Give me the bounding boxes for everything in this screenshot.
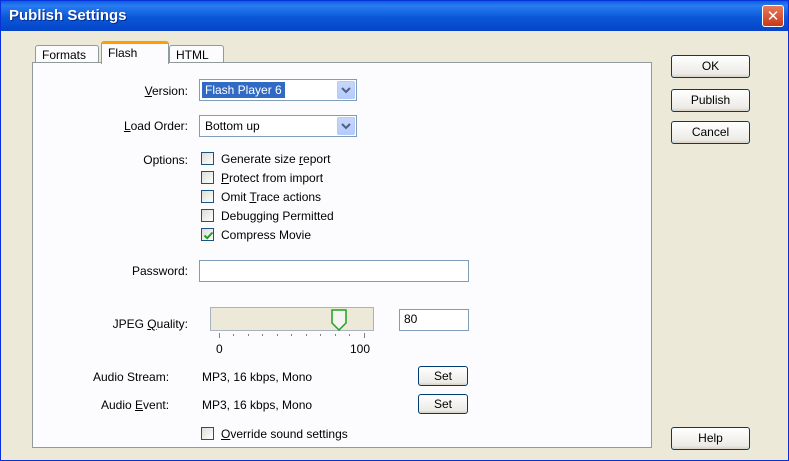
- flash-tab-panel: Version: Flash Player 6 Load Order: Bott…: [32, 62, 652, 448]
- audio-stream-value: MP3, 16 kbps, Mono: [202, 370, 313, 384]
- version-label: Version:: [144, 84, 188, 98]
- jpeg-quality-label: JPEG Quality:: [112, 317, 188, 331]
- load-order-value: Bottom up: [205, 119, 260, 133]
- audio-event-value: MP3, 16 kbps, Mono: [202, 398, 313, 412]
- jpeg-quality-value: 80: [404, 312, 418, 326]
- help-button[interactable]: Help: [671, 427, 750, 450]
- compress-movie-label: Compress Movie: [221, 228, 312, 242]
- audio-event-label: Audio Event:: [101, 398, 170, 412]
- tab-formats-label: Formats: [42, 48, 87, 62]
- chevron-down-icon: [337, 81, 355, 99]
- jpeg-quality-slider-track[interactable]: [210, 307, 374, 331]
- tab-html-label: HTML: [176, 48, 209, 62]
- password-label: Password:: [131, 264, 188, 278]
- chevron-down-icon: [337, 117, 355, 135]
- omit-trace-actions-label: Omit Trace actions: [221, 190, 322, 204]
- debugging-permitted-label: Debugging Permitted: [221, 209, 334, 223]
- load-order-select[interactable]: Bottom up: [199, 115, 357, 137]
- dialog-title: Publish Settings: [9, 7, 127, 24]
- audio-event-set-button[interactable]: Set: [418, 394, 468, 414]
- tab-flash-label: Flash: [108, 46, 138, 60]
- checkmark-icon: [203, 231, 214, 240]
- version-select[interactable]: Flash Player 6: [199, 79, 357, 101]
- audio-stream-set-button[interactable]: Set: [418, 366, 468, 386]
- generate-size-report-checkbox[interactable]: [201, 152, 214, 165]
- password-input[interactable]: [199, 260, 469, 282]
- compress-movie-checkbox[interactable]: [201, 228, 214, 241]
- options-label: Options:: [143, 153, 188, 167]
- override-sound-settings-label: Override sound settings: [221, 427, 348, 441]
- slider-max-label: 100: [350, 342, 371, 356]
- protect-from-import-checkbox[interactable]: [201, 171, 214, 184]
- cancel-button[interactable]: Cancel: [671, 121, 750, 144]
- load-order-label: Load Order:: [123, 119, 188, 133]
- audio-stream-label: Audio Stream:: [93, 370, 170, 384]
- title-bar[interactable]: Publish Settings ✕: [1, 1, 788, 31]
- close-button[interactable]: ✕: [762, 5, 784, 27]
- override-sound-settings-checkbox[interactable]: [201, 427, 214, 440]
- generate-size-report-label: Generate size report: [221, 152, 331, 166]
- tab-flash[interactable]: Flash: [101, 41, 169, 64]
- publish-settings-dialog: Publish Settings ✕ Formats Flash HTML Ve…: [0, 0, 789, 461]
- slider-ticks: [219, 333, 365, 338]
- slider-thumb-icon[interactable]: [331, 309, 347, 331]
- ok-button[interactable]: OK: [671, 55, 750, 78]
- close-icon: ✕: [766, 8, 780, 25]
- slider-min-label: 0: [216, 342, 223, 356]
- debugging-permitted-checkbox[interactable]: [201, 209, 214, 222]
- omit-trace-actions-checkbox[interactable]: [201, 190, 214, 203]
- publish-button[interactable]: Publish: [671, 89, 750, 112]
- protect-from-import-label: Protect from import: [221, 171, 324, 185]
- version-value: Flash Player 6: [202, 82, 285, 98]
- jpeg-quality-input[interactable]: 80: [399, 309, 469, 331]
